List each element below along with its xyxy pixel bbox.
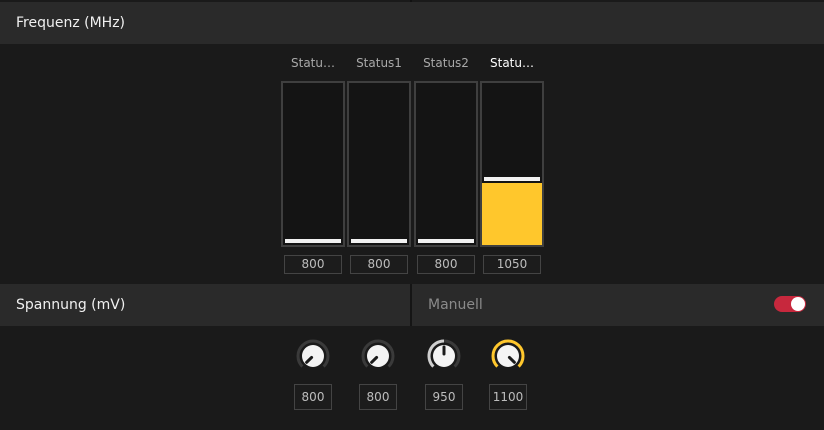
manual-header: Manuell bbox=[412, 284, 824, 326]
bar-level-handle[interactable] bbox=[285, 239, 341, 243]
knob-value[interactable]: 800 bbox=[359, 384, 397, 410]
bar-value[interactable]: 1050 bbox=[483, 255, 541, 274]
voltage-header: Spannung (mV) bbox=[0, 284, 410, 326]
frequency-title: Frequenz (MHz) bbox=[16, 15, 126, 31]
knob-dial-icon[interactable] bbox=[426, 338, 462, 374]
knob-face bbox=[302, 345, 324, 367]
toggle-knob bbox=[791, 297, 805, 311]
frequency-header: Frequenz (MHz) bbox=[0, 2, 824, 44]
bar-value[interactable]: 800 bbox=[284, 255, 342, 274]
bar-label: Statu… bbox=[490, 56, 534, 70]
bar-value[interactable]: 800 bbox=[350, 255, 408, 274]
bar-level-handle[interactable] bbox=[418, 239, 474, 243]
knob-face bbox=[497, 345, 519, 367]
bar-label: Statu… bbox=[291, 56, 335, 70]
knob-dial-icon[interactable] bbox=[295, 338, 331, 374]
bar-track[interactable] bbox=[347, 81, 411, 247]
knob-value[interactable]: 1100 bbox=[489, 384, 527, 410]
bar-level-handle[interactable] bbox=[484, 177, 540, 181]
bar-track[interactable] bbox=[414, 81, 478, 247]
knob-dial-icon[interactable] bbox=[360, 338, 396, 374]
knob-dial-icon[interactable] bbox=[490, 338, 526, 374]
knob-value[interactable]: 800 bbox=[294, 384, 332, 410]
knob-face bbox=[367, 345, 389, 367]
bar-value[interactable]: 800 bbox=[417, 255, 475, 274]
bar-label: Status1 bbox=[356, 56, 402, 70]
manual-label: Manuell bbox=[428, 297, 483, 313]
voltage-title: Spannung (mV) bbox=[16, 297, 126, 313]
bar-fill bbox=[482, 183, 542, 245]
knob-value[interactable]: 950 bbox=[425, 384, 463, 410]
bar-track[interactable] bbox=[281, 81, 345, 247]
manual-toggle[interactable] bbox=[774, 296, 806, 312]
bar-level-handle[interactable] bbox=[351, 239, 407, 243]
bar-label: Status2 bbox=[423, 56, 469, 70]
bar-track[interactable] bbox=[480, 81, 544, 247]
